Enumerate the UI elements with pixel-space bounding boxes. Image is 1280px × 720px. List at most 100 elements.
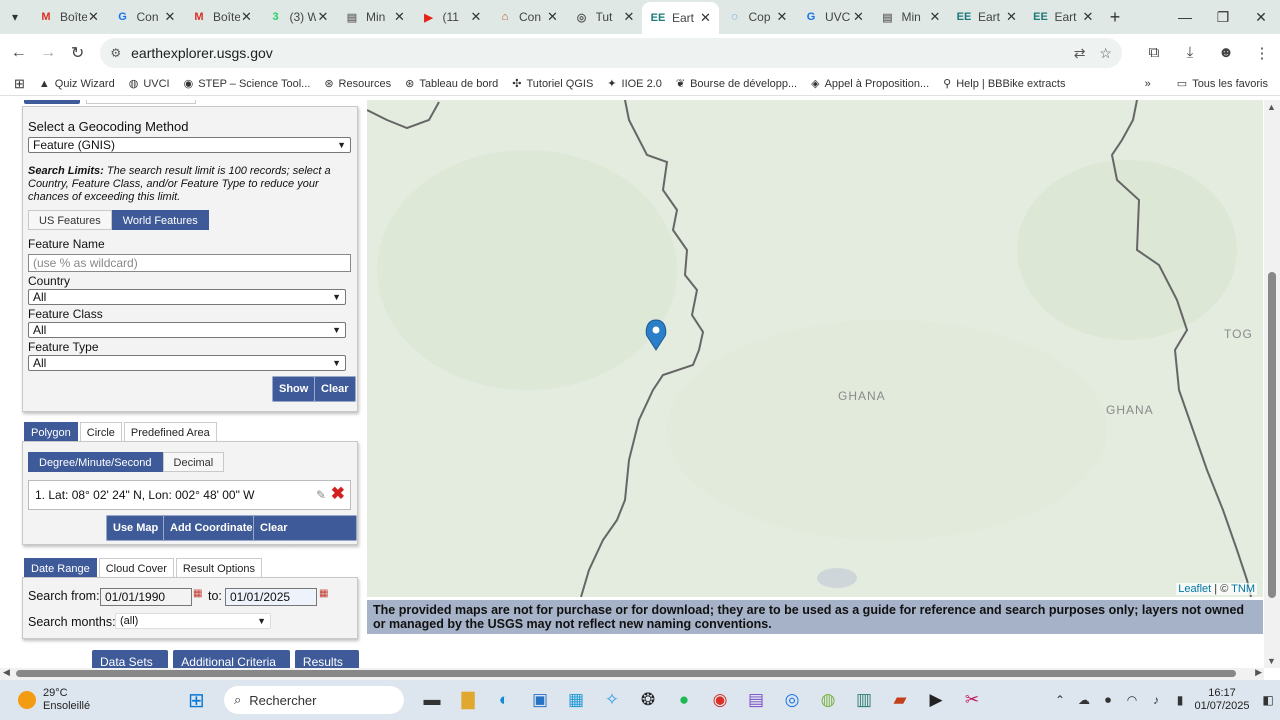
chrome-icon[interactable]: ◉ <box>702 690 738 710</box>
close-tab-icon[interactable]: ✕ <box>928 9 942 25</box>
search-app-icon[interactable]: ◎ <box>774 690 810 710</box>
microphone-icon[interactable]: ⏺ <box>1096 693 1120 708</box>
bookmark-star-icon[interactable]: ☆ <box>1099 45 1112 62</box>
all-bookmarks-folder[interactable]: ▭ Tous les favoris <box>1177 77 1268 91</box>
tnm-link[interactable]: TNM <box>1231 583 1255 595</box>
calendar-icon[interactable]: ▦ <box>319 588 328 599</box>
tab-cloud-cover[interactable]: Cloud Cover <box>98 558 174 578</box>
vertical-scrollbar[interactable]: ▲ ▼ <box>1264 100 1280 668</box>
volume-icon[interactable]: ♪ <box>1144 693 1168 707</box>
snipping-icon[interactable]: ✂ <box>954 690 990 710</box>
bookmark-item[interactable]: ⊛ Resources <box>324 77 391 91</box>
close-tab-icon[interactable]: ✕ <box>852 9 866 25</box>
tab-us-features[interactable]: US Features <box>28 210 112 230</box>
spotify-icon[interactable]: ● <box>666 690 702 710</box>
reload-icon[interactable]: ↻ <box>63 43 92 63</box>
scroll-down-icon[interactable]: ▼ <box>1267 656 1276 666</box>
use-map-button[interactable]: Use Map <box>106 515 166 541</box>
store-icon[interactable]: ▣ <box>522 690 558 710</box>
powerpoint-icon[interactable]: ▰ <box>882 690 918 710</box>
bookmark-item[interactable]: ⊛ Tableau de bord <box>405 77 498 91</box>
scroll-right-icon[interactable]: ▶ <box>1255 667 1262 678</box>
bookmark-item[interactable]: ◍ UVCI <box>129 77 170 91</box>
bookmark-item[interactable]: ▲ Quiz Wizard <box>39 77 115 90</box>
calendar-icon[interactable]: ▦ <box>193 588 202 599</box>
close-tab-icon[interactable]: ✕ <box>240 9 254 25</box>
clear-button[interactable]: Clear <box>314 376 356 402</box>
close-tab-icon[interactable]: ✕ <box>469 9 483 25</box>
browser-tab[interactable]: G UVC ✕ <box>795 2 872 32</box>
close-tab-icon[interactable]: ✕ <box>699 10 713 26</box>
copilot-icon[interactable]: ✧ <box>594 690 630 710</box>
edit-icon[interactable]: ✎ <box>316 481 326 509</box>
notification-icon[interactable]: ◧ <box>1256 693 1280 707</box>
media-player-icon[interactable]: ▶ <box>918 690 954 710</box>
wifi-icon[interactable]: ◠ <box>1120 693 1144 707</box>
close-tab-icon[interactable]: ✕ <box>393 9 407 25</box>
notes-icon[interactable]: ▥ <box>846 690 882 710</box>
country-select[interactable]: All ▼ <box>28 289 346 305</box>
bookmark-item[interactable]: ❦ Bourse de développ... <box>676 77 797 91</box>
close-window-icon[interactable]: ✕ <box>1242 9 1280 26</box>
date-to-input[interactable]: 01/01/2025 <box>225 588 317 606</box>
browser-tab[interactable]: M Boîte ✕ <box>30 2 107 32</box>
tray-overflow-icon[interactable]: ⌃ <box>1048 693 1072 707</box>
close-tab-icon[interactable]: ✕ <box>87 9 101 25</box>
browser-tab[interactable]: G Con ✕ <box>107 2 184 32</box>
browser-tab[interactable]: ◎ Tut ✕ <box>566 2 643 32</box>
leaflet-link[interactable]: Leaflet <box>1178 583 1211 595</box>
translate-icon[interactable]: ⇄ <box>1074 45 1086 62</box>
media-app-icon[interactable]: ▤ <box>738 690 774 710</box>
scroll-up-icon[interactable]: ▲ <box>1267 102 1276 112</box>
chatgpt-icon[interactable]: ❂ <box>630 690 666 710</box>
tab-world-features[interactable]: World Features <box>111 210 209 230</box>
cloud-icon[interactable]: ☁ <box>1072 693 1096 707</box>
browser-tab[interactable]: ▶ (11 ✕ <box>413 2 490 32</box>
date-from-input[interactable]: 01/01/1990 <box>100 588 192 606</box>
apps-grid-icon[interactable]: ⊞ <box>14 76 25 92</box>
taskbar-search[interactable]: ⌕ Rechercher <box>224 686 404 714</box>
forward-icon[interactable]: → <box>33 44 62 62</box>
close-tab-icon[interactable]: ✕ <box>1005 9 1019 25</box>
qgis-icon[interactable]: ◍ <box>810 690 846 710</box>
bookmark-item[interactable]: ✣ Tutoriel QGIS <box>512 77 593 91</box>
tab-date-range[interactable]: Date Range <box>24 558 97 578</box>
tab-result-options[interactable]: Result Options <box>175 558 263 578</box>
browser-tab[interactable]: EE Eart ✕ <box>948 2 1025 32</box>
tab-search-icon[interactable]: ▾ <box>0 0 30 34</box>
browser-tab[interactable]: 3 (3) W ✕ <box>260 2 337 32</box>
bookmark-item[interactable]: ✦ IIOE 2.0 <box>607 77 662 91</box>
close-tab-icon[interactable]: ✕ <box>163 9 177 25</box>
tab-predefined-area[interactable]: Predefined Area <box>123 422 217 442</box>
tab-circle[interactable]: Circle <box>79 422 122 442</box>
feature-name-input[interactable]: (use % as wildcard) <box>28 254 351 272</box>
close-tab-icon[interactable]: ✕ <box>546 9 560 25</box>
edge-icon[interactable]: ◐ <box>486 690 522 710</box>
close-tab-icon[interactable]: ✕ <box>622 9 636 25</box>
clock[interactable]: 16:17 01/07/2025 <box>1192 687 1252 713</box>
tab-dms[interactable]: Degree/Minute/Second <box>28 452 163 472</box>
file-explorer-icon[interactable]: ▇ <box>450 690 486 710</box>
site-info-icon[interactable]: ⚙ <box>110 46 121 60</box>
browser-tab[interactable]: EE Eart ✕ <box>642 2 719 34</box>
horizontal-scrollbar[interactable]: ◀ ▶ <box>0 667 1264 680</box>
task-view-icon[interactable]: ▬ <box>414 690 450 710</box>
address-bar[interactable]: ⚙ earthexplorer.usgs.gov ⇄ ☆ <box>100 38 1122 68</box>
tab-decimal[interactable]: Decimal <box>162 452 225 472</box>
browser-tab[interactable]: ◌ Cop ✕ <box>719 2 796 32</box>
minimize-icon[interactable]: — <box>1166 9 1204 26</box>
download-icon[interactable]: ⤓ <box>1172 44 1208 62</box>
browser-tab[interactable]: ⌂ Con ✕ <box>489 2 566 32</box>
show-button[interactable]: Show <box>272 376 316 402</box>
delete-icon[interactable]: ✖ <box>331 480 345 508</box>
browser-tab[interactable]: ▤ Min ✕ <box>872 2 949 32</box>
feature-type-select[interactable]: All ▼ <box>28 355 346 371</box>
extensions-icon[interactable]: ⧉ <box>1136 44 1172 62</box>
map-view[interactable]: GHANA GHANA TOG Leaflet | © TNM <box>367 100 1263 597</box>
maximize-icon[interactable]: ❐ <box>1204 9 1242 26</box>
bookmark-item[interactable]: ⚲ Help | BBBike extracts <box>943 77 1065 91</box>
bookmark-item[interactable]: ◉ STEP – Science Tool... <box>184 77 311 91</box>
close-tab-icon[interactable]: ✕ <box>316 9 330 25</box>
battery-icon[interactable]: ▮ <box>1168 693 1192 707</box>
add-coordinate-button[interactable]: Add Coordinate <box>163 515 260 541</box>
